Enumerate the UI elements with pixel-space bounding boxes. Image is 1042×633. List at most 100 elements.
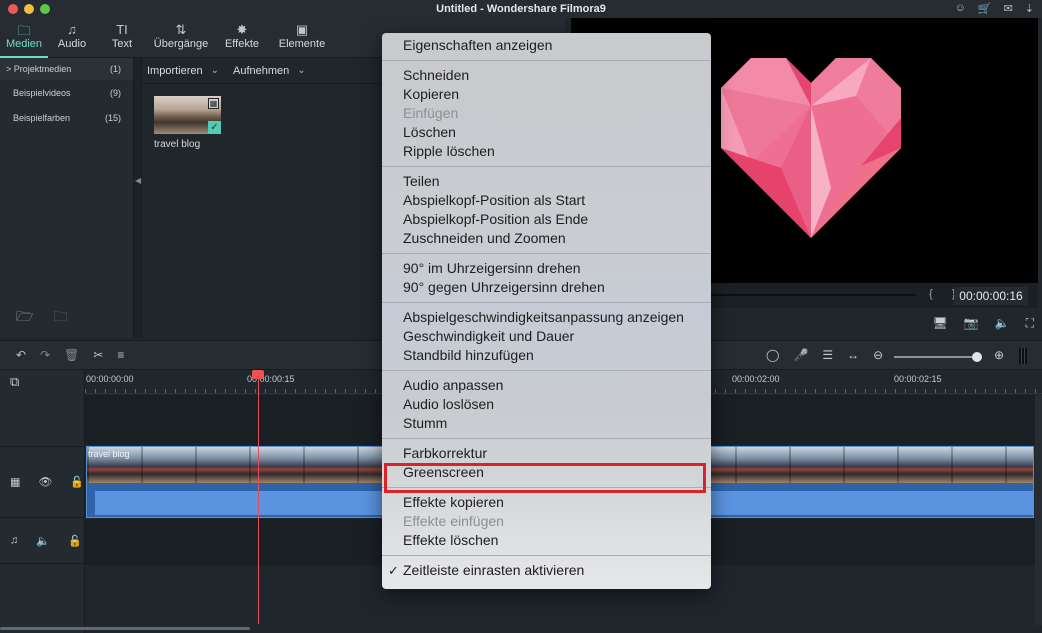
video-track-controls: ▦ 👁 🔓 xyxy=(10,476,84,489)
import-button[interactable]: Importieren xyxy=(147,65,203,77)
menu-item-löschen[interactable]: Löschen xyxy=(382,123,711,142)
render-preview-icon[interactable]: 🖥 xyxy=(932,316,947,331)
chevron-down-icon[interactable]: ⌄ xyxy=(211,65,219,76)
menu-item-audio-loslösen[interactable]: Audio loslösen xyxy=(382,395,711,414)
user-icon[interactable]: ☺ xyxy=(955,2,966,15)
tab-uebergaenge[interactable]: ⇅ Übergänge xyxy=(148,18,214,57)
sidebar-item-beispielfarben[interactable]: Beispielfarben (15) xyxy=(0,107,133,129)
eye-icon[interactable]: 👁 xyxy=(38,476,52,489)
snapshot-icon[interactable]: 📷 xyxy=(964,316,979,331)
timeline-horizontal-scrollbar[interactable] xyxy=(0,627,250,630)
adjust-icon[interactable]: ≡ xyxy=(117,348,124,362)
menu-item-label: Löschen xyxy=(403,124,456,140)
playhead-line[interactable] xyxy=(258,374,259,624)
preview-tools: 🖥 📷 🔈 ⛶ xyxy=(932,316,1034,331)
menu-item-audio-anpassen[interactable]: Audio anpassen xyxy=(382,376,711,395)
tab-label: Effekte xyxy=(224,38,260,50)
timeline-right-tools: ◯ 🎤 ☰ ↔ ⊖ xyxy=(766,348,883,362)
panel-grip-handle[interactable] xyxy=(1019,348,1027,364)
clip-label: travel blog xyxy=(88,449,130,459)
volume-icon[interactable]: 🔈 xyxy=(995,316,1010,331)
menu-item-effekte-löschen[interactable]: Effekte löschen xyxy=(382,531,711,550)
menu-item-teilen[interactable]: Teilen xyxy=(382,172,711,191)
playhead-handle[interactable] xyxy=(252,370,264,379)
transition-icon: ⇅ xyxy=(175,22,187,37)
tab-medien[interactable]: 🗀 Medien xyxy=(0,18,48,58)
menu-item-zuschneiden-und-zoomen[interactable]: Zuschneiden und Zoomen xyxy=(382,229,711,248)
timeline-vertical-scrollbar[interactable] xyxy=(1035,395,1042,625)
sidebar-item-count: (1) xyxy=(110,64,121,74)
menu-item-kopieren[interactable]: Kopieren xyxy=(382,85,711,104)
heart-graphic xyxy=(721,58,901,238)
tab-elemente[interactable]: ▣ Elemente xyxy=(270,18,334,57)
media-toolbar: Importieren ⌄ Aufnehmen ⌄ xyxy=(142,58,382,84)
menu-item-zeitleiste-einrasten-aktivieren[interactable]: ✓ Zeitleiste einrasten aktivieren xyxy=(382,561,711,580)
media-library: Importieren ⌄ Aufnehmen ⌄ ▦ ✓ travel blo… xyxy=(142,58,382,338)
menu-item-label: Effekte einfügen xyxy=(403,513,504,529)
record-button[interactable]: Aufnehmen xyxy=(233,65,289,77)
timeline-zoom-slider[interactable] xyxy=(894,356,978,358)
marker-icon[interactable]: ◯ xyxy=(766,348,779,362)
menu-item-label: Audio loslösen xyxy=(403,396,495,412)
timeline-zoom-knob[interactable] xyxy=(972,352,982,362)
delete-folder-icon[interactable]: 🗀 xyxy=(53,306,67,330)
undo-icon[interactable]: ↶ xyxy=(16,348,26,362)
microphone-icon[interactable]: 🎤 xyxy=(793,348,808,362)
tab-label: Elemente xyxy=(278,38,326,50)
mail-icon[interactable]: ✉ xyxy=(1004,2,1013,15)
menu-item-abspielgeschwindigkeitsanpassung-anzeigen[interactable]: Abspielgeschwindigkeitsanpassung anzeige… xyxy=(382,308,711,327)
menu-separator xyxy=(382,60,711,61)
redo-icon[interactable]: ↷ xyxy=(40,348,50,362)
scissors-icon[interactable]: ✂ xyxy=(93,348,103,362)
menu-item-eigenschaften-anzeigen[interactable]: Eigenschaften anzeigen xyxy=(382,36,711,55)
zoom-in-icon[interactable]: ⊕ xyxy=(994,348,1004,362)
menu-item-label: Effekte kopieren xyxy=(403,494,504,510)
fullscreen-icon[interactable]: ⛶ xyxy=(1026,316,1034,331)
download-icon[interactable]: ⇣ xyxy=(1025,2,1034,15)
media-thumbnail[interactable]: ▦ ✓ xyxy=(154,96,221,134)
menu-item-label: Greenscreen xyxy=(403,464,484,480)
menu-item-label: 90° im Uhrzeigersinn drehen xyxy=(403,260,581,276)
speaker-icon[interactable]: 🔈 xyxy=(36,534,50,547)
menu-item-label: Farbkorrektur xyxy=(403,445,488,461)
menu-item-schneiden[interactable]: Schneiden xyxy=(382,66,711,85)
sidebar-item-label: Beispielfarben xyxy=(13,113,71,123)
new-folder-icon[interactable]: 🗁 xyxy=(16,306,33,330)
tab-effekte[interactable]: ✸ Effekte xyxy=(214,18,270,57)
menu-item-90-gegen-uhrzeigersinn-drehen[interactable]: 90° gegen Uhrzeigersinn drehen xyxy=(382,278,711,297)
menu-item-stumm[interactable]: Stumm xyxy=(382,414,711,433)
media-item-label: travel blog xyxy=(154,139,201,150)
menu-item-label: Eigenschaften anzeigen xyxy=(403,37,553,53)
menu-item-effekte-kopieren[interactable]: Effekte kopieren xyxy=(382,493,711,512)
lock-icon[interactable]: 🔓 xyxy=(70,476,84,489)
context-menu: Eigenschaften anzeigen Schneiden Kopieren E… xyxy=(382,33,711,589)
sidebar-item-projektmedien[interactable]: > Projektmedien (1) xyxy=(0,58,133,80)
add-track-icon[interactable]: ⧉ xyxy=(10,374,19,390)
tab-text[interactable]: TI Text xyxy=(96,18,148,57)
cart-icon[interactable]: 🛒 xyxy=(978,2,992,15)
menu-item-abspielkopf-position-als-start[interactable]: Abspielkopf-Position als Start xyxy=(382,191,711,210)
menu-separator xyxy=(382,166,711,167)
menu-item-ripple-löschen[interactable]: Ripple löschen xyxy=(382,142,711,161)
sidebar-item-beispielvideos[interactable]: Beispielvideos (9) xyxy=(0,82,133,104)
lock-icon[interactable]: 🔓 xyxy=(68,534,82,547)
zoom-out-icon[interactable]: ⊖ xyxy=(873,348,883,362)
menu-item-greenscreen[interactable]: Greenscreen xyxy=(382,463,711,482)
menu-item-label: Audio anpassen xyxy=(403,377,504,393)
chevron-down-icon[interactable]: ⌄ xyxy=(297,65,305,76)
menu-item-90-im-uhrzeigersinn-drehen[interactable]: 90° im Uhrzeigersinn drehen xyxy=(382,259,711,278)
top-icons: ☺ 🛒 ✉ ⇣ xyxy=(955,2,1034,15)
menu-item-standbild-hinzufügen[interactable]: Standbild hinzufügen xyxy=(382,346,711,365)
menu-item-geschwindigkeit-und-dauer[interactable]: Geschwindigkeit und Dauer xyxy=(382,327,711,346)
delete-icon[interactable]: 🗑 xyxy=(64,348,79,362)
text-icon: TI xyxy=(116,22,128,37)
sidebar-collapse-handle[interactable]: ◀ xyxy=(134,58,142,338)
fit-timeline-icon[interactable]: ↔ xyxy=(847,348,859,362)
menu-item-label: Effekte löschen xyxy=(403,532,499,548)
checkmark-icon: ✓ xyxy=(208,121,221,134)
menu-item-farbkorrektur[interactable]: Farbkorrektur xyxy=(382,444,711,463)
tab-audio[interactable]: ♫ Audio xyxy=(48,18,96,57)
voiceover-list-icon[interactable]: ☰ xyxy=(822,348,833,362)
menu-item-abspielkopf-position-als-ende[interactable]: Abspielkopf-Position als Ende xyxy=(382,210,711,229)
edit-tools: ↶ ↷ 🗑 ✂ ≡ xyxy=(16,348,124,362)
